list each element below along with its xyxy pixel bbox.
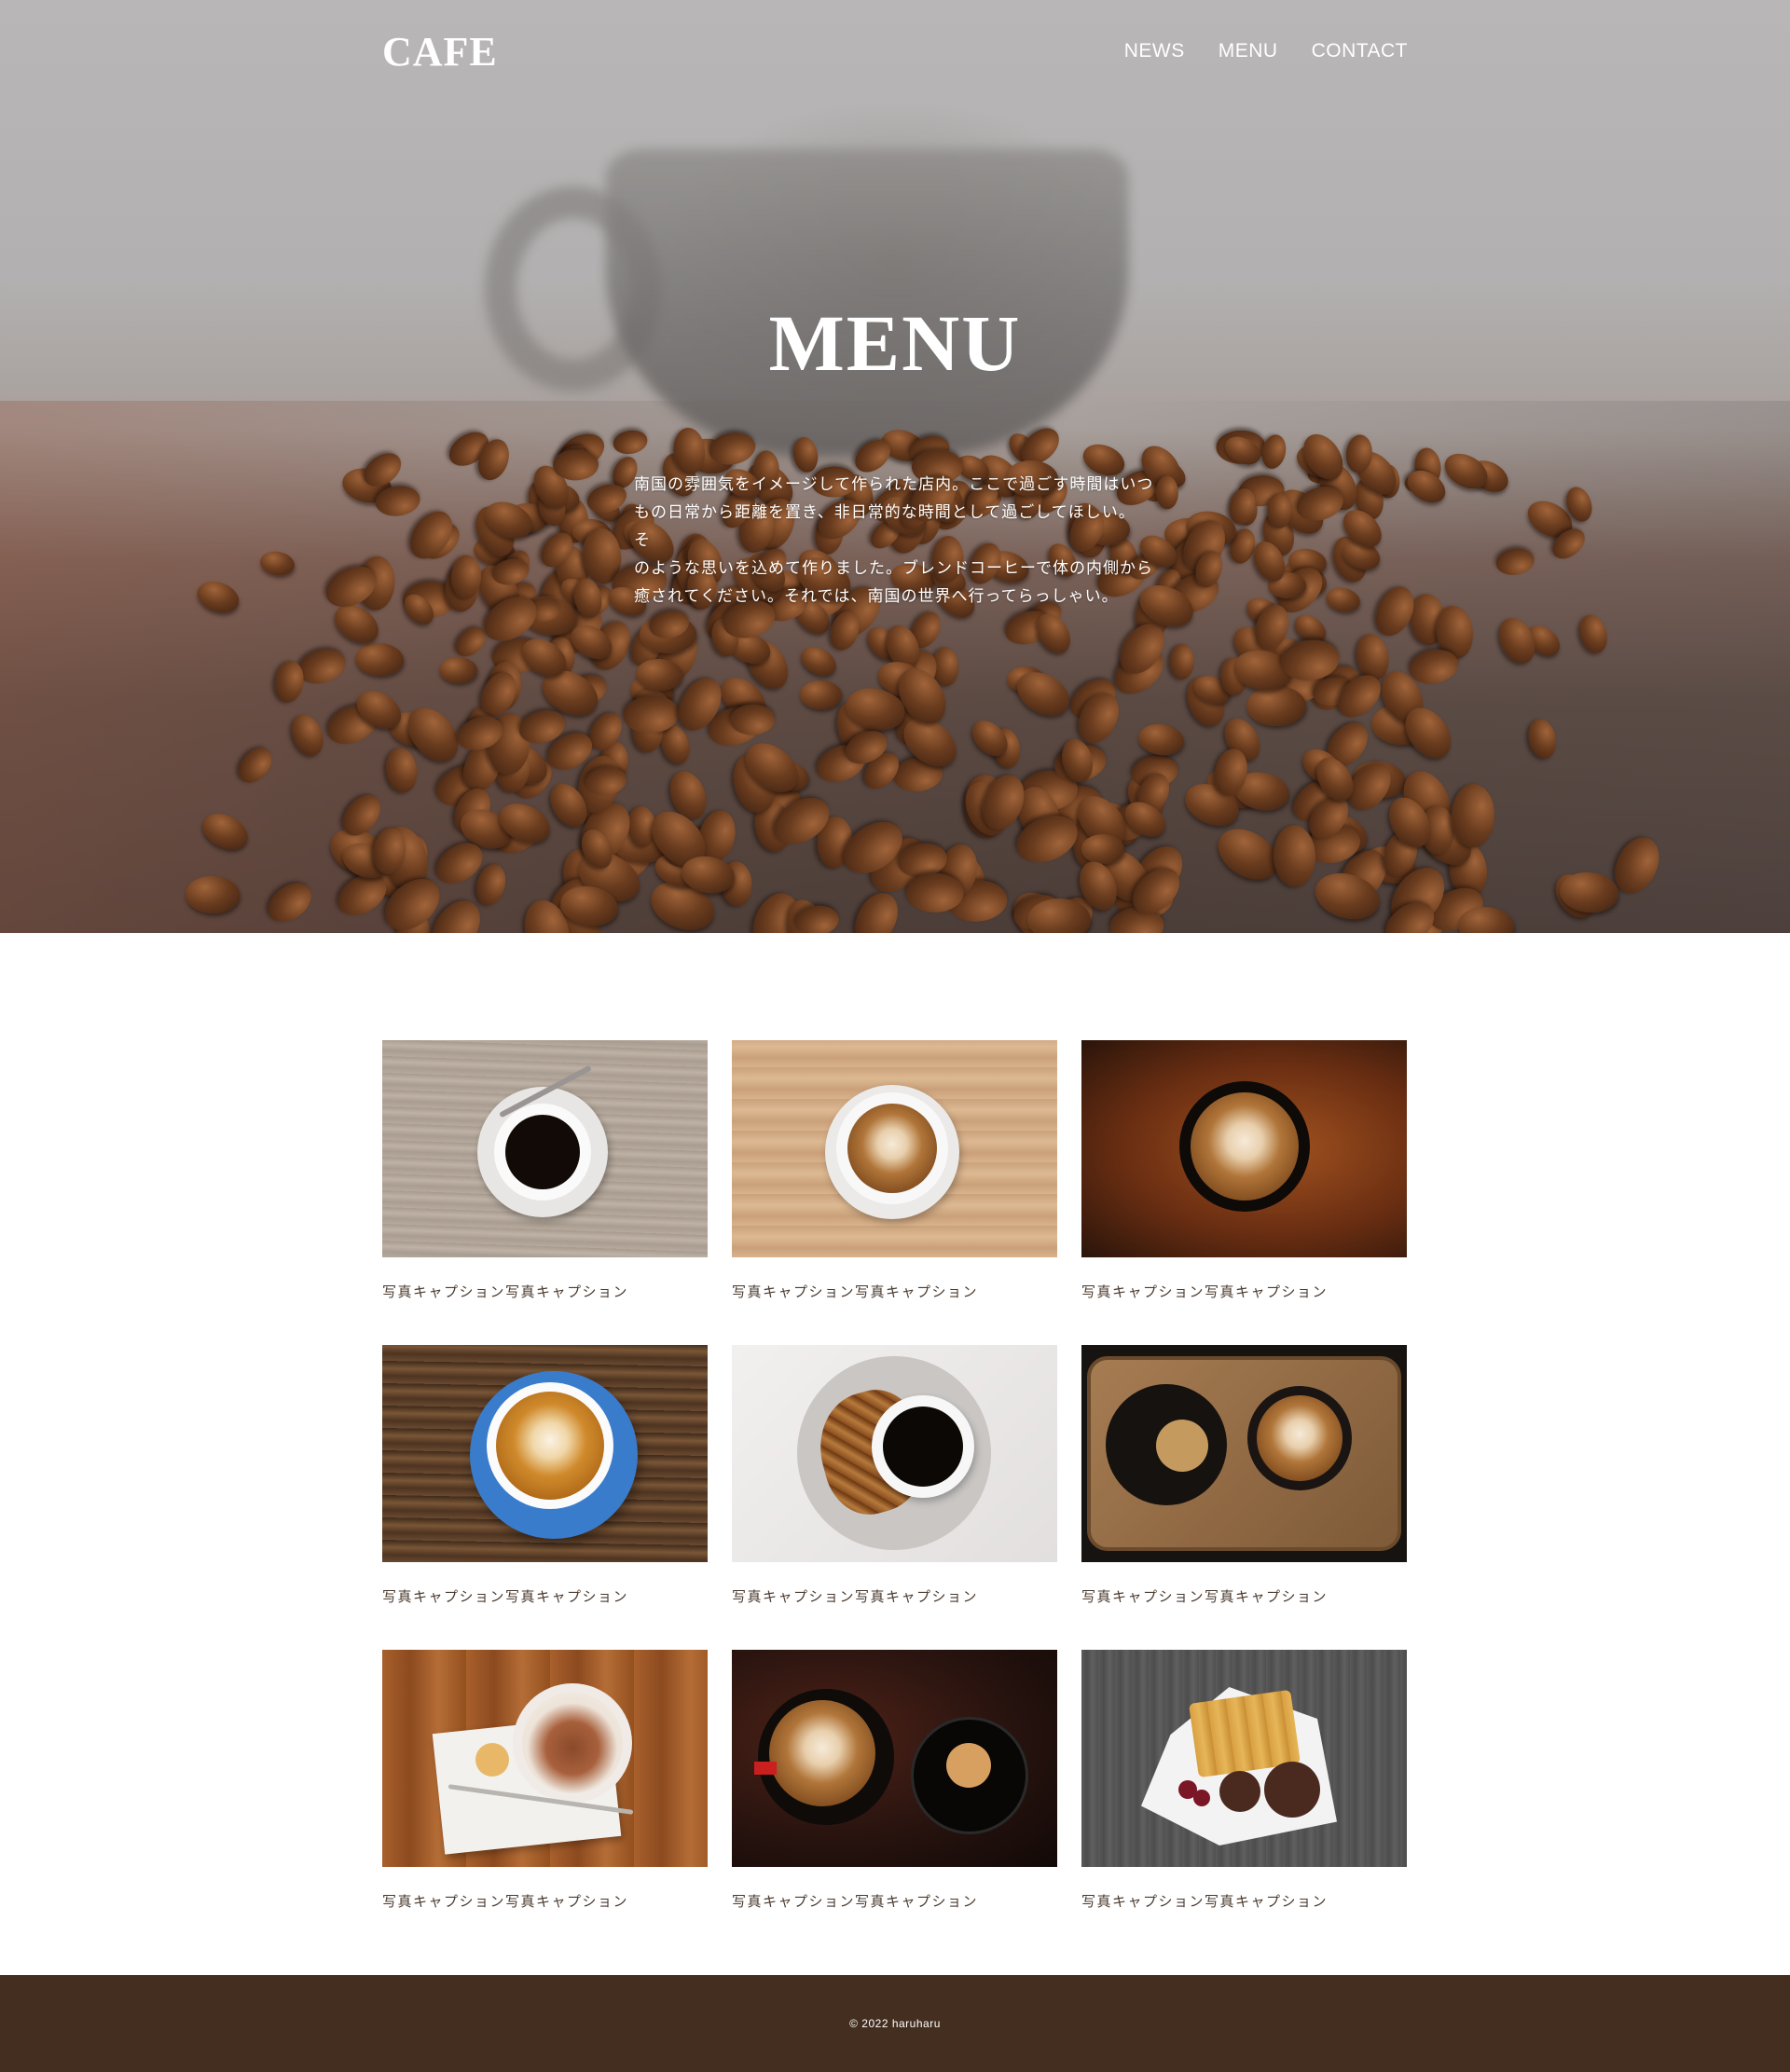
copyright-text: © 2022 haruharu bbox=[849, 2017, 941, 2030]
gallery-item: 写真キャプション写真キャプション bbox=[732, 1345, 1057, 1650]
page-title: MENU bbox=[768, 298, 1022, 388]
gallery-caption: 写真キャプション写真キャプション bbox=[732, 1894, 979, 1910]
gallery-photo-latte-dark bbox=[1081, 1040, 1407, 1257]
gallery-item: 写真キャプション写真キャプション bbox=[382, 1345, 708, 1650]
coffee-bean bbox=[232, 741, 279, 789]
coffee-bean bbox=[353, 642, 405, 678]
gallery-caption: 写真キャプション写真キャプション bbox=[732, 1284, 979, 1300]
hero-section: CAFE NEWS MENU CONTACT MENU 南国の雰囲気をイメージし… bbox=[0, 0, 1790, 933]
gallery-photo-croissant-coffee bbox=[732, 1345, 1057, 1562]
coffee-bean bbox=[1494, 545, 1536, 578]
coffee-bean bbox=[1246, 686, 1306, 727]
gallery-caption: 写真キャプション写真キャプション bbox=[1081, 1284, 1329, 1300]
gallery-item: 写真キャプション写真キャプション bbox=[382, 1650, 708, 1955]
gallery-photo-latte-saucer bbox=[732, 1040, 1057, 1257]
gallery-item: 写真キャプション写真キャプション bbox=[732, 1650, 1057, 1955]
gallery-caption: 写真キャプション写真キャプション bbox=[382, 1589, 629, 1605]
menu-gallery: 写真キャプション写真キャプション 写真キャプション写真キャプション 写真キャプシ… bbox=[382, 1040, 1408, 1955]
site-footer: © 2022 haruharu bbox=[0, 1975, 1790, 2072]
coffee-bean bbox=[1136, 721, 1187, 759]
gallery-photo-blue-cup-latte bbox=[382, 1345, 708, 1562]
gallery-photo-tray-latte-cookie bbox=[1081, 1345, 1407, 1562]
gallery-item: 写真キャプション写真キャプション bbox=[382, 1040, 708, 1345]
hero-description-line: もの日常から距離を置き、非日常的な時間として過ごしてほしい。 そ bbox=[634, 503, 1136, 549]
gallery-photo-heart-cappuccino bbox=[382, 1650, 708, 1867]
coffee-bean bbox=[612, 427, 650, 457]
hero-description-line: のような思いを込めて作りました。ブレンドコーヒーで体の内側から bbox=[634, 559, 1153, 577]
coffee-bean bbox=[383, 746, 420, 794]
gallery-photo-cookie-plate bbox=[1081, 1650, 1407, 1867]
coffee-bean bbox=[192, 575, 243, 618]
coffee-bean bbox=[1324, 584, 1363, 615]
nav-link-menu[interactable]: MENU bbox=[1219, 40, 1278, 62]
coffee-bean bbox=[1259, 432, 1289, 472]
gallery-caption: 写真キャプション写真キャプション bbox=[382, 1894, 629, 1910]
gallery-item: 写真キャプション写真キャプション bbox=[1081, 1040, 1407, 1345]
coffee-bean bbox=[729, 704, 776, 736]
coffee-bean bbox=[552, 448, 599, 481]
coffee-bean bbox=[1027, 899, 1092, 933]
coffee-bean bbox=[1575, 611, 1611, 657]
coffee-bean bbox=[1169, 643, 1195, 680]
gallery-item: 写真キャプション写真キャプション bbox=[732, 1040, 1057, 1345]
nav-link-contact[interactable]: CONTACT bbox=[1312, 40, 1408, 62]
coffee-bean bbox=[1493, 611, 1542, 669]
main-nav: NEWS MENU CONTACT bbox=[1124, 40, 1408, 62]
coffee-bean bbox=[185, 874, 241, 914]
site-header: CAFE NEWS MENU CONTACT bbox=[382, 26, 1408, 76]
site-logo[interactable]: CAFE bbox=[382, 28, 498, 75]
coffee-bean bbox=[1273, 824, 1317, 887]
coffee-bean bbox=[197, 806, 254, 857]
coffee-bean bbox=[847, 885, 907, 933]
coffee-bean bbox=[1451, 784, 1495, 848]
gallery-caption: 写真キャプション写真キャプション bbox=[1081, 1894, 1329, 1910]
coffee-bean bbox=[1525, 716, 1561, 762]
coffee-bean bbox=[1081, 834, 1125, 864]
gallery-item: 写真キャプション写真キャプション bbox=[1081, 1650, 1407, 1955]
coffee-bean bbox=[799, 679, 843, 710]
gallery-caption: 写真キャプション写真キャプション bbox=[1081, 1589, 1329, 1605]
hero-description-line: 南国の雰囲気をイメージして作られた店内。ここで過ごす時間はいつ bbox=[634, 475, 1154, 493]
coffee-bean bbox=[438, 656, 478, 685]
gallery-photo-black-coffee bbox=[382, 1040, 708, 1257]
gallery-caption: 写真キャプション写真キャプション bbox=[382, 1284, 629, 1300]
gallery-caption: 写真キャプション写真キャプション bbox=[732, 1589, 979, 1605]
nav-link-news[interactable]: NEWS bbox=[1124, 40, 1185, 62]
gallery-photo-latte-macaron bbox=[732, 1650, 1057, 1867]
coffee-bean bbox=[285, 709, 329, 761]
gallery-item: 写真キャプション写真キャプション bbox=[1081, 1345, 1407, 1650]
coffee-bean bbox=[257, 549, 296, 579]
hero-description-line: 癒されてください。それでは、南国の世界へ行ってらっしゃい。 bbox=[634, 587, 1119, 605]
hero-description: 南国の雰囲気をイメージして作られた店内。ここで過ごす時間はいつ もの日常から距離… bbox=[634, 471, 1156, 611]
coffee-bean bbox=[260, 875, 319, 931]
coffee-bean bbox=[1401, 463, 1452, 509]
coffee-bean bbox=[790, 435, 820, 475]
